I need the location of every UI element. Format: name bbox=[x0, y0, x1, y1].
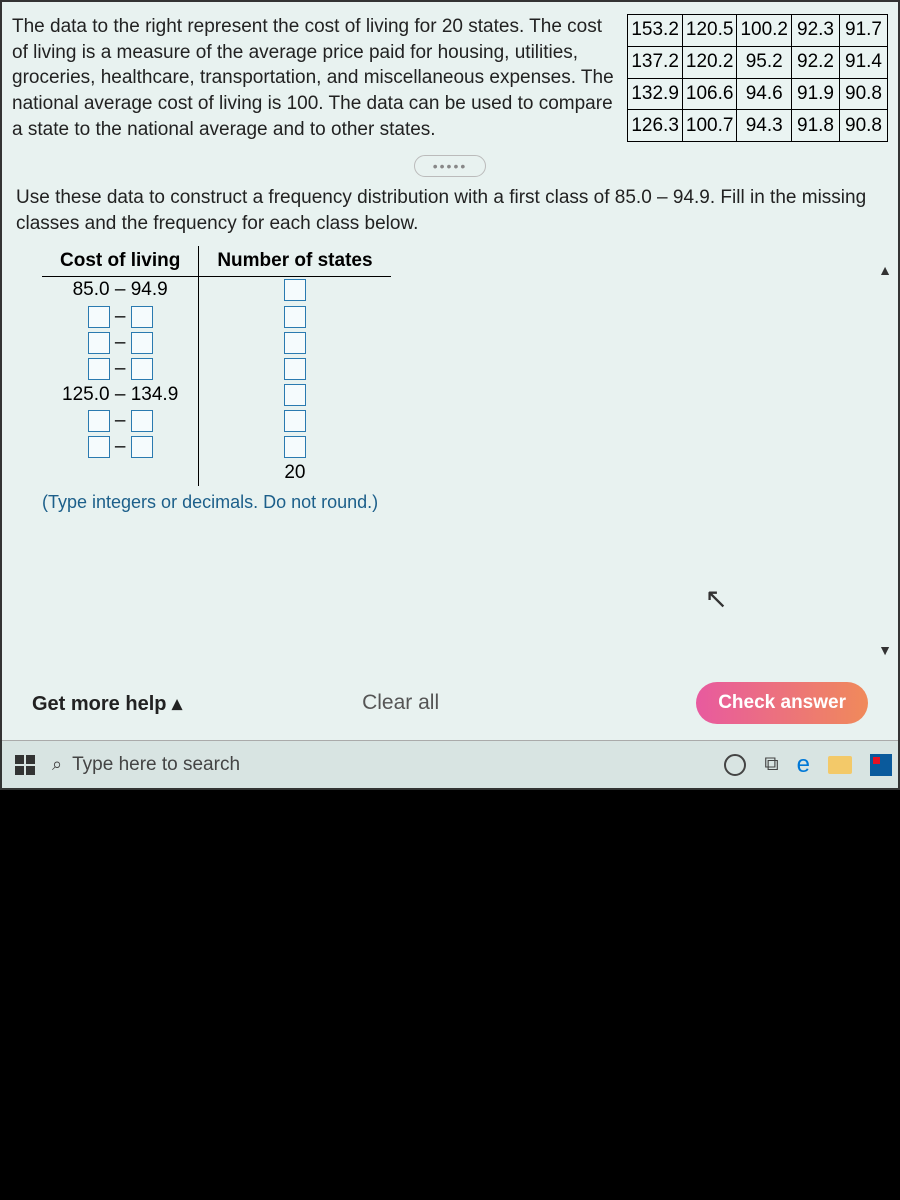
search-placeholder: Type here to search bbox=[72, 754, 240, 776]
class-low-input[interactable] bbox=[88, 358, 110, 380]
cortana-icon[interactable] bbox=[724, 754, 746, 776]
data-cell: 100.2 bbox=[737, 15, 792, 47]
freq-row: – bbox=[42, 330, 391, 356]
header-cost: Cost of living bbox=[42, 246, 199, 277]
freq-input[interactable] bbox=[284, 410, 306, 432]
instruction-text: Use these data to construct a frequency … bbox=[2, 185, 898, 246]
class-high-input[interactable] bbox=[131, 306, 153, 328]
freq-input[interactable] bbox=[284, 436, 306, 458]
windows-icon bbox=[15, 755, 35, 775]
data-cell: 90.8 bbox=[840, 78, 888, 110]
data-cell: 92.2 bbox=[792, 46, 840, 78]
class-input-cell: – bbox=[42, 330, 199, 356]
freq-input[interactable] bbox=[284, 279, 306, 301]
class-label: 85.0 – 94.9 bbox=[42, 277, 199, 304]
frequency-table: Cost of living Number of states 85.0 – 9… bbox=[42, 246, 391, 485]
data-cell: 91.9 bbox=[792, 78, 840, 110]
data-cell: 92.3 bbox=[792, 15, 840, 47]
freq-input[interactable] bbox=[284, 384, 306, 406]
data-cell: 153.2 bbox=[628, 15, 683, 47]
data-cell: 132.9 bbox=[628, 78, 683, 110]
data-table: 153.2 120.5 100.2 92.3 91.7 137.2 120.2 … bbox=[627, 14, 888, 142]
windows-taskbar: ⌕ Type here to search ⧉ e bbox=[2, 740, 898, 788]
class-input-cell: – bbox=[42, 408, 199, 434]
class-low-input[interactable] bbox=[88, 410, 110, 432]
data-cell: 100.7 bbox=[682, 110, 737, 142]
class-high-input[interactable] bbox=[131, 410, 153, 432]
table-row: 132.9 106.6 94.6 91.9 90.8 bbox=[628, 78, 888, 110]
clear-all-button[interactable]: Clear all bbox=[362, 691, 439, 715]
check-answer-button[interactable]: Check answer bbox=[696, 682, 868, 724]
edge-icon[interactable]: e bbox=[797, 751, 810, 779]
cursor-icon: ↖ bbox=[705, 582, 728, 615]
freq-row: – bbox=[42, 408, 391, 434]
taskbar-search[interactable]: ⌕ Type here to search bbox=[52, 754, 352, 776]
top-section: The data to the right represent the cost… bbox=[2, 2, 898, 148]
class-high-input[interactable] bbox=[131, 436, 153, 458]
data-cell: 90.8 bbox=[840, 110, 888, 142]
scroll-up-icon[interactable]: ▲ bbox=[878, 262, 892, 278]
class-label: 125.0 – 134.9 bbox=[42, 382, 199, 408]
table-row: 137.2 120.2 95.2 92.2 91.4 bbox=[628, 46, 888, 78]
class-input-cell: – bbox=[42, 356, 199, 382]
table-row: 153.2 120.5 100.2 92.3 91.7 bbox=[628, 15, 888, 47]
table-row: 126.3 100.7 94.3 91.8 90.8 bbox=[628, 110, 888, 142]
freq-input[interactable] bbox=[284, 358, 306, 380]
class-high-input[interactable] bbox=[131, 358, 153, 380]
class-low-input[interactable] bbox=[88, 436, 110, 458]
problem-statement: The data to the right represent the cost… bbox=[12, 14, 617, 142]
start-button[interactable] bbox=[8, 748, 42, 782]
task-view-icon[interactable]: ⧉ bbox=[764, 753, 778, 776]
input-hint: (Type integers or decimals. Do not round… bbox=[42, 492, 898, 513]
class-high-input[interactable] bbox=[131, 332, 153, 354]
freq-row: 125.0 – 134.9 bbox=[42, 382, 391, 408]
get-more-help-link[interactable]: Get more help ▴ bbox=[32, 691, 182, 716]
data-cell: 91.7 bbox=[840, 15, 888, 47]
class-low-input[interactable] bbox=[88, 332, 110, 354]
search-icon: ⌕ bbox=[52, 754, 62, 775]
class-low-input[interactable] bbox=[88, 306, 110, 328]
app-window: The data to the right represent the cost… bbox=[0, 0, 900, 790]
action-bar: Get more help ▴ Clear all Check answer bbox=[2, 668, 898, 738]
freq-total-row: 20 bbox=[42, 460, 391, 486]
taskbar-icons: ⧉ e bbox=[724, 751, 892, 779]
section-divider: ••••• bbox=[2, 154, 898, 177]
table-header-row: Cost of living Number of states bbox=[42, 246, 391, 277]
total-value: 20 bbox=[199, 460, 391, 486]
file-explorer-icon[interactable] bbox=[828, 756, 852, 774]
data-cell: 91.8 bbox=[792, 110, 840, 142]
store-icon[interactable] bbox=[870, 754, 892, 776]
data-cell: 120.2 bbox=[682, 46, 737, 78]
freq-input[interactable] bbox=[284, 332, 306, 354]
data-cell: 94.3 bbox=[737, 110, 792, 142]
data-cell: 91.4 bbox=[840, 46, 888, 78]
class-input-cell: – bbox=[42, 304, 199, 330]
header-count: Number of states bbox=[199, 246, 391, 277]
freq-row: – bbox=[42, 434, 391, 460]
freq-row: – bbox=[42, 356, 391, 382]
data-cell: 106.6 bbox=[682, 78, 737, 110]
freq-row: 85.0 – 94.9 bbox=[42, 277, 391, 304]
freq-row: – bbox=[42, 304, 391, 330]
scroll-down-icon[interactable]: ▼ bbox=[878, 642, 892, 658]
data-cell: 94.6 bbox=[737, 78, 792, 110]
data-cell: 137.2 bbox=[628, 46, 683, 78]
class-input-cell: – bbox=[42, 434, 199, 460]
data-cell: 120.5 bbox=[682, 15, 737, 47]
data-cell: 95.2 bbox=[737, 46, 792, 78]
data-cell: 126.3 bbox=[628, 110, 683, 142]
freq-input[interactable] bbox=[284, 306, 306, 328]
